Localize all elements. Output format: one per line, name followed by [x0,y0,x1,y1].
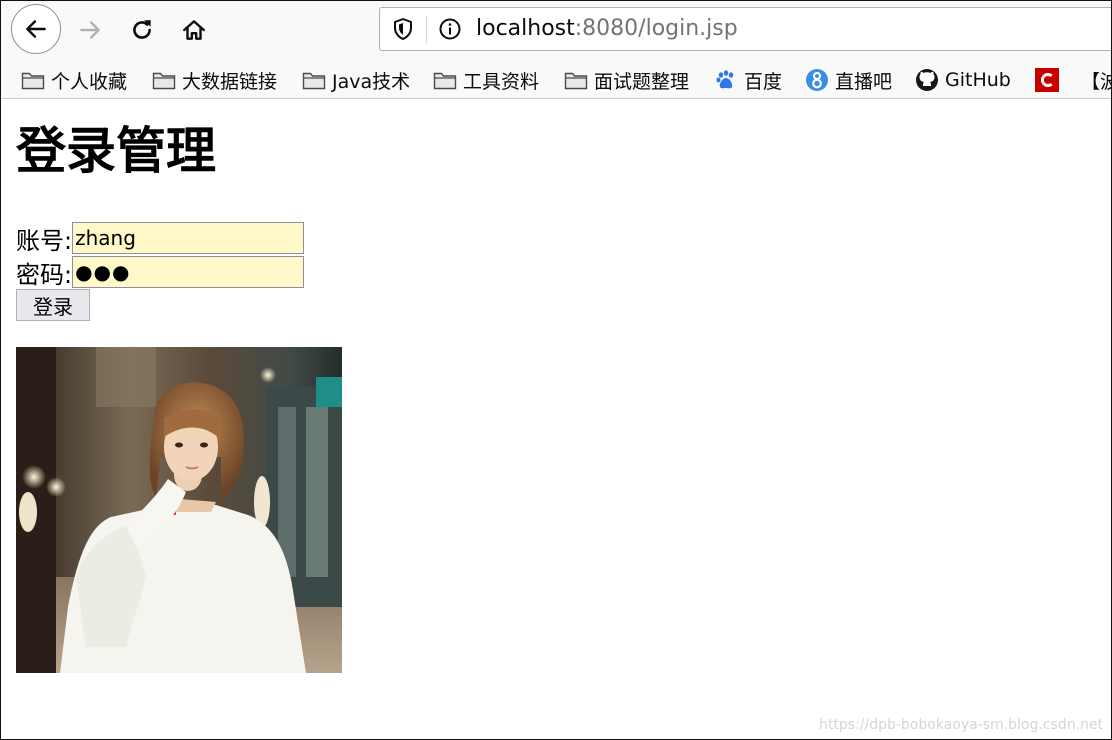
bookmark-label: 大数据链接 [182,70,278,93]
forward-button[interactable] [67,7,113,53]
password-input[interactable] [72,256,305,288]
account-input[interactable] [72,222,305,254]
bookmark-label: 面试题整理 [594,70,690,93]
bookmark-overflow-item[interactable]: 【波 [1081,66,1111,94]
bookmark-csdn[interactable] [1035,66,1065,94]
bookmark-folder-bigdata[interactable]: 大数据链接 [152,66,277,94]
shield-icon [394,18,412,40]
zhibo8-icon [805,69,829,91]
url-text[interactable]: localhost:8080/login.jsp [476,14,738,44]
login-button[interactable]: 登录 [16,289,90,321]
arrow-right-icon [80,21,100,39]
folder-icon [433,69,457,91]
folder-icon [302,69,326,91]
profile-photo [16,347,342,673]
github-icon [915,69,939,91]
bookmarks-toolbar: 个人收藏 大数据链接 Java技术 工具资料 面试题整理 百度 直播吧 GitH… [1,61,1111,99]
page-content: 登录管理 账号: 密码: 登录 [16,99,1096,729]
url-host: localhost [476,16,575,41]
folder-icon [152,69,176,91]
bookmark-label: GitHub [945,69,1011,91]
site-info-button[interactable] [438,17,462,41]
address-bar-separator [426,16,427,44]
bookmark-folder-interview[interactable]: 面试题整理 [564,66,689,94]
bookmark-folder-java[interactable]: Java技术 [302,66,410,94]
account-row: 账号: [16,221,305,255]
back-button[interactable] [11,4,61,54]
info-icon [439,18,461,40]
bookmark-github[interactable]: GitHub [915,66,1011,94]
reload-button[interactable] [119,7,165,53]
watermark: https://dpb-bobokaoya-sm.blog.csdn.net [819,717,1103,733]
bookmark-label: Java技术 [332,70,411,93]
account-label: 账号: [16,226,73,255]
folder-icon [564,69,588,91]
home-button[interactable] [171,7,217,53]
bookmark-label: 百度 [744,70,783,93]
baidu-paw-icon [714,69,738,91]
bookmark-label: 工具资料 [463,70,540,93]
bookmark-label: 【波 [1081,70,1111,93]
page-title: 登录管理 [16,122,216,180]
url-path: :8080/login.jsp [574,16,738,41]
address-bar[interactable]: localhost:8080/login.jsp [379,7,1111,51]
bookmark-baidu[interactable]: 百度 [714,66,782,94]
tracking-protection-button[interactable] [390,16,416,42]
navigation-toolbar: localhost:8080/login.jsp [1,1,1111,61]
reload-icon [133,20,151,39]
folder-icon [21,69,45,91]
csdn-icon [1035,68,1059,92]
bookmark-label: 个人收藏 [51,70,128,93]
bookmark-folder-favorites[interactable]: 个人收藏 [21,66,127,94]
bookmark-folder-tools[interactable]: 工具资料 [433,66,539,94]
home-icon [183,20,205,40]
password-label: 密码: [16,260,73,289]
browser-window: localhost:8080/login.jsp 个人收藏 大数据链接 Java… [0,0,1112,740]
arrow-left-icon [26,20,46,38]
password-row: 密码: [16,255,305,289]
bookmark-label: 直播吧 [835,70,893,93]
bookmark-zhibo8[interactable]: 直播吧 [805,66,892,94]
